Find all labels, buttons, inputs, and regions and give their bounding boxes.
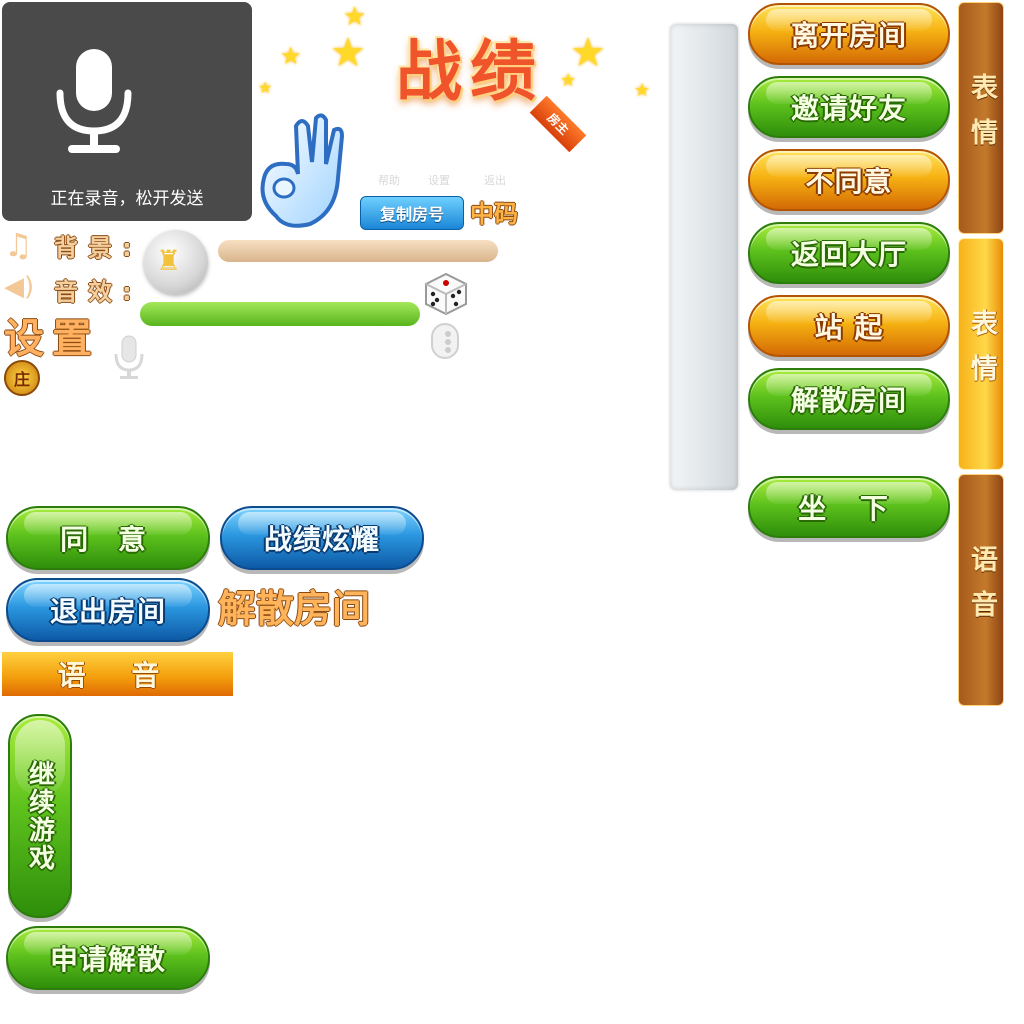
star-icon: ★ — [280, 42, 302, 70]
star-icon: ★ — [343, 2, 367, 32]
exit-room-button[interactable]: 退出房间 — [6, 578, 210, 642]
effects-volume-track[interactable] — [140, 302, 420, 326]
speaker-icon: ◀) — [4, 272, 35, 302]
share-record-button[interactable]: 战绩炫耀 — [220, 506, 424, 570]
ok-hand-icon — [260, 113, 345, 228]
tab-voice[interactable]: 语音 — [958, 474, 1004, 706]
return-lobby-button[interactable]: 返回大厅 — [748, 222, 950, 284]
agree-button[interactable]: 同 意 — [6, 506, 210, 570]
exit-link[interactable]: 返出 — [484, 172, 506, 188]
sit-down-button[interactable]: 坐 下 — [748, 476, 950, 538]
help-link[interactable]: 帮助 — [378, 172, 400, 188]
recording-hint: 正在录音，松开发送 — [50, 189, 204, 209]
settings-title: 设置 — [4, 316, 100, 362]
continue-game-button[interactable]: 继续游戏 — [8, 714, 72, 918]
room-code-label: 中码 — [470, 200, 518, 228]
tab-emoji[interactable]: 表情 — [958, 2, 1004, 234]
microphone-icon — [56, 49, 132, 153]
record-title: 战绩 — [396, 33, 544, 110]
star-icon: ★ — [258, 78, 273, 97]
apply-dissolve-button[interactable]: 申请解散 — [6, 926, 210, 990]
recording-overlay: 正在录音，松开发送 — [2, 2, 252, 221]
background-volume-track[interactable] — [218, 240, 498, 262]
settings-link[interactable]: 设置 — [428, 172, 450, 188]
figure-icon: ♜ — [156, 244, 182, 277]
host-ribbon: 房主 — [529, 95, 587, 153]
side-panel — [670, 24, 738, 490]
dissolve-room-button[interactable]: 解散房间 — [748, 368, 950, 430]
star-icon: ★ — [634, 80, 651, 101]
star-icon: ★ — [330, 30, 366, 76]
background-music-label: 背景: — [54, 234, 142, 262]
stand-up-button[interactable]: 站 起 — [748, 295, 950, 357]
tab-emoji-active[interactable]: 表情 — [958, 238, 1004, 470]
dealer-badge: 庄 — [4, 360, 40, 396]
leave-room-button[interactable]: 离开房间 — [748, 3, 950, 65]
sound-effects-label: 音效: — [54, 278, 142, 306]
voice-bar[interactable]: 语 音 — [2, 652, 233, 696]
dissolve-room-heading: 解散房间 — [218, 587, 371, 631]
chat-bubble-icon[interactable] — [428, 322, 462, 362]
disagree-button[interactable]: 不同意 — [748, 149, 950, 211]
star-icon: ★ — [560, 70, 577, 91]
invite-friends-button[interactable]: 邀请好友 — [748, 76, 950, 138]
microphone-small-icon[interactable] — [112, 334, 146, 382]
dice-icon[interactable] — [422, 270, 470, 316]
copy-room-button[interactable]: 复制房号 — [360, 196, 464, 230]
volume-slider-knob[interactable]: ♜ — [144, 230, 208, 294]
music-note-icon: ♫ — [4, 226, 33, 264]
